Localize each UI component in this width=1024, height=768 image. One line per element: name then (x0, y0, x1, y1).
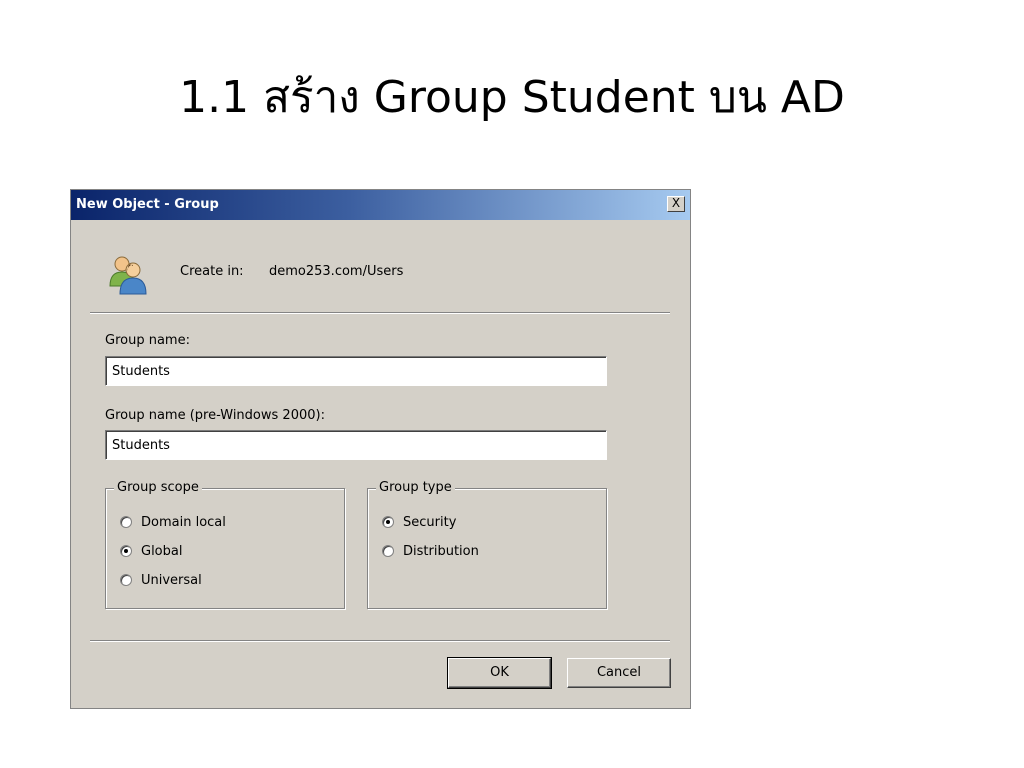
group-scope-groupbox: Group scope Domain local Global Universa… (105, 480, 345, 609)
dialog-titlebar[interactable]: New Object - Group X (71, 190, 690, 220)
radio-security-label: Security (403, 514, 457, 530)
radio-domain-local-button[interactable] (120, 516, 132, 528)
cancel-button[interactable]: Cancel (567, 658, 671, 688)
group-name-label: Group name: (105, 333, 190, 348)
ok-button[interactable]: OK (447, 657, 552, 689)
slide-title: 1.1 สร้าง Group Student บน AD (179, 72, 845, 123)
dialog-title: New Object - Group (76, 197, 219, 212)
group-type-legend: Group type (376, 480, 455, 495)
new-object-group-dialog: New Object - Group X Create in: demo253.… (70, 189, 691, 709)
group-type-groupbox: Group type Security Distribution (367, 480, 607, 609)
create-in-label: Create in: (180, 264, 244, 279)
users-group-icon (109, 256, 147, 295)
radio-universal-button[interactable] (120, 574, 132, 586)
footer-separator (90, 640, 670, 642)
radio-security[interactable]: Security (382, 513, 456, 531)
close-button[interactable]: X (667, 196, 685, 212)
group-name-input[interactable] (105, 356, 607, 386)
radio-global-label: Global (141, 543, 183, 559)
radio-universal[interactable]: Universal (120, 571, 202, 589)
radio-distribution[interactable]: Distribution (382, 542, 479, 560)
close-icon: X (671, 196, 681, 210)
slide: 1.1 สร้าง Group Student บน AD New Object… (0, 0, 1024, 768)
group-name-pre2000-input[interactable] (105, 430, 607, 460)
group-name-pre2000-label: Group name (pre-Windows 2000): (105, 408, 325, 423)
radio-domain-local[interactable]: Domain local (120, 513, 226, 531)
radio-global[interactable]: Global (120, 542, 182, 560)
radio-distribution-label: Distribution (403, 543, 479, 559)
header-separator (90, 312, 670, 314)
radio-distribution-button[interactable] (382, 545, 394, 557)
group-scope-legend: Group scope (114, 480, 202, 495)
radio-universal-label: Universal (141, 572, 202, 588)
radio-security-button[interactable] (382, 516, 394, 528)
radio-domain-local-label: Domain local (141, 514, 226, 530)
radio-global-button[interactable] (120, 545, 132, 557)
create-in-path: demo253.com/Users (269, 264, 404, 279)
